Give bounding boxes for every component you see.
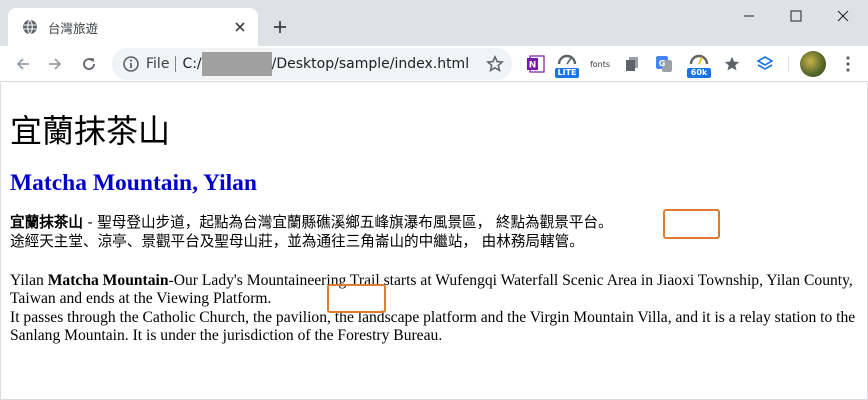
maximize-icon[interactable] [773, 0, 819, 32]
close-tab-icon[interactable] [226, 13, 254, 41]
paragraph-zh-line1: - 聖母登山步道，起點為台灣宜蘭縣礁溪鄉五峰旗瀑布風景區， 終點為觀景平台。 [82, 214, 613, 231]
profile-avatar[interactable] [800, 51, 826, 77]
new-tab-button[interactable] [266, 13, 294, 41]
url-suffix: /Desktop/sample/index.html [271, 56, 470, 72]
layers-icon[interactable] [753, 52, 777, 76]
back-arrow-icon[interactable] [8, 49, 38, 79]
paragraph-zh-line2: 途經天主堂、涼亭、景觀平台及聖母山莊，並為通往三角崙山的中繼站， 由林務局轄管。 [10, 233, 584, 250]
info-icon[interactable] [122, 55, 140, 73]
copy-icon[interactable] [620, 52, 644, 76]
globe-icon [22, 19, 38, 35]
count-badge: 60k [687, 68, 711, 78]
counter-ext-icon[interactable]: 60k [687, 52, 711, 78]
scheme-divider [175, 56, 177, 72]
star-ext-icon[interactable] [720, 52, 744, 76]
highlight-box-zh [663, 209, 720, 239]
bookmark-star-icon[interactable] [486, 55, 504, 73]
redacted-url-segment [201, 52, 272, 76]
page-viewport: 宜蘭抹茶山 Matcha Mountain, Yilan 宜蘭抹茶山 - 聖母登… [0, 83, 868, 400]
paragraph-zh: 宜蘭抹茶山 - 聖母登山步道，起點為台灣宜蘭縣礁溪鄉五峰旗瀑布風景區， 終點為觀… [10, 213, 860, 251]
svg-text:G: G [659, 59, 666, 68]
fonts-icon[interactable]: fonts [588, 52, 612, 76]
lite-badge: LITE [555, 68, 579, 78]
lite-speed-icon[interactable]: LITE [555, 52, 579, 78]
onenote-label: N [529, 61, 537, 71]
paragraph-en-bold: Matcha Mountain [47, 272, 169, 289]
browser-tab[interactable]: 台灣旅遊 [8, 8, 258, 46]
paragraph-en-prefix: Yilan [10, 272, 48, 289]
toolbar-divider [788, 56, 789, 72]
reload-icon[interactable] [74, 49, 104, 79]
onenote-icon[interactable]: N [524, 52, 548, 76]
url-prefix: C:/ [182, 56, 202, 72]
paragraph-en: Yilan Matcha Mountain-Our Lady's Mountai… [10, 272, 860, 346]
page-title-zh: 宜蘭抹茶山 [10, 112, 171, 150]
paragraph-zh-bold: 宜蘭抹茶山 [10, 214, 83, 231]
browser-tabstrip: 台灣旅遊 [0, 0, 868, 46]
menu-kebab-icon[interactable] [836, 51, 860, 77]
close-window-icon[interactable] [820, 0, 866, 32]
browser-toolbar: File C:/ /Desktop/sample/index.html N LI… [0, 46, 868, 82]
google-translate-icon[interactable]: G [652, 52, 676, 76]
paragraph-en-line2: It passes through the Catholic Church, t… [10, 308, 856, 345]
fonts-label: fonts [589, 59, 611, 69]
tab-title: 台灣旅遊 [48, 20, 99, 36]
url-scheme: File [146, 56, 170, 72]
address-bar[interactable]: File C:/ /Desktop/sample/index.html [112, 48, 512, 80]
page-subtitle-en: Matcha Mountain, Yilan [10, 170, 257, 196]
highlight-box-en [327, 284, 386, 313]
forward-arrow-icon[interactable] [40, 49, 70, 79]
minimize-icon[interactable] [726, 0, 772, 32]
